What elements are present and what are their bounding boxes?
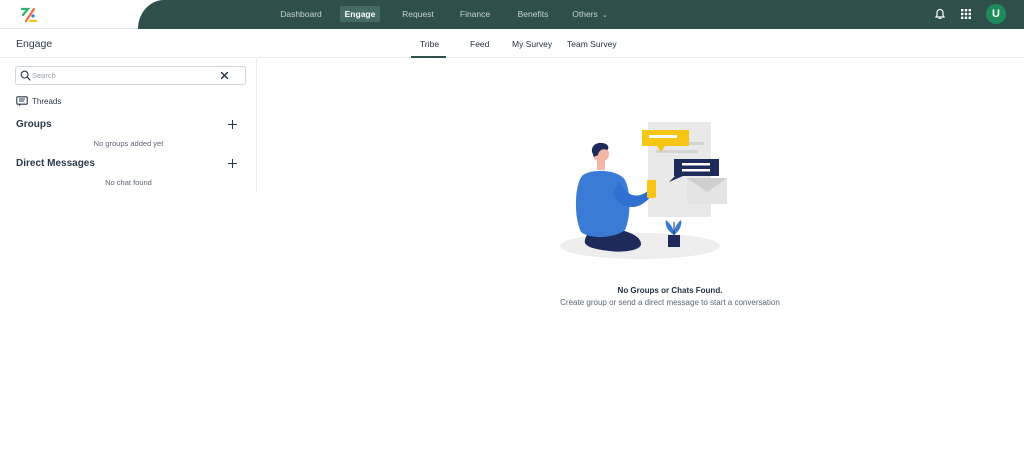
tab-feed[interactable]: Feed (470, 39, 489, 49)
direct-messages-empty-note: No chat found (105, 178, 152, 187)
search-box (15, 66, 246, 85)
nav-item-others[interactable]: Others ⌄ (568, 6, 612, 22)
page-title: Engage (16, 38, 53, 50)
empty-state-title: No Groups or Chats Found. (617, 286, 723, 295)
add-group-plus-icon[interactable] (227, 119, 238, 130)
nav-item-request[interactable]: Request (398, 6, 438, 22)
search-input[interactable] (32, 69, 222, 82)
nav-item-finance[interactable]: Finance (456, 6, 494, 22)
close-icon[interactable] (219, 70, 230, 81)
top-navigation-bar: Dashboard Engage Request Finance Benefit… (0, 0, 1024, 29)
tab-team-survey[interactable]: Team Survey (567, 39, 617, 49)
search-icon (20, 70, 31, 81)
nav-item-others-label: Others (572, 9, 598, 19)
main-nav: Dashboard Engage Request Finance Benefit… (0, 0, 1024, 29)
active-tab-indicator (411, 56, 446, 58)
groups-heading: Groups (16, 119, 52, 130)
apps-grid-icon[interactable] (960, 8, 972, 20)
threads-label: Threads (32, 96, 62, 106)
groups-empty-note: No groups added yet (93, 139, 164, 148)
tab-tribe[interactable]: Tribe (420, 39, 439, 49)
tab-my-survey[interactable]: My Survey (512, 39, 552, 49)
chevron-down-icon: ⌄ (601, 12, 608, 19)
nav-item-benefits[interactable]: Benefits (512, 6, 554, 22)
threads-icon (16, 95, 28, 106)
nav-item-dashboard[interactable]: Dashboard (278, 6, 324, 22)
chat-sidebar: Threads Groups No groups added yet Direc… (0, 58, 257, 192)
page-header: Engage Tribe Feed My Survey Team Survey (0, 29, 1024, 58)
user-avatar[interactable]: U (986, 4, 1006, 24)
empty-state-description: Create group or send a direct message to… (560, 298, 780, 307)
add-direct-message-plus-icon[interactable] (227, 158, 238, 169)
bell-icon[interactable] (934, 8, 946, 20)
nav-item-engage[interactable]: Engage (340, 6, 380, 22)
threads-link[interactable]: Threads (16, 95, 61, 107)
empty-chat-illustration (560, 122, 727, 259)
direct-messages-heading: Direct Messages (16, 158, 95, 169)
